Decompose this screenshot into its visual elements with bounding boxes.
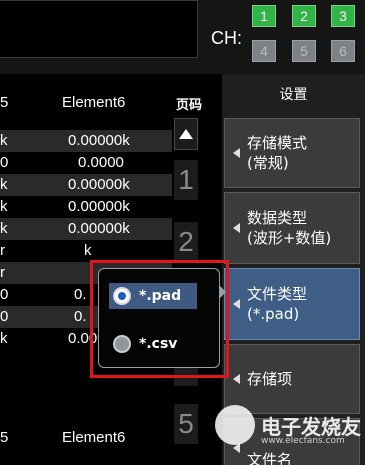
column-header-5: 5 xyxy=(0,94,9,111)
arrow-left-icon xyxy=(233,299,240,309)
page-1-button[interactable]: 1 xyxy=(174,160,198,200)
page-number-title: 页码 xyxy=(176,98,203,113)
storage-items-item[interactable]: 存储项 xyxy=(224,344,360,414)
page-2-button[interactable]: 2 xyxy=(174,222,198,262)
pad-option-label: *.pad xyxy=(139,288,182,304)
column-header-element6-repeat: Element6 xyxy=(62,429,126,446)
channel-3-button[interactable]: 3 xyxy=(331,5,355,27)
csv-option[interactable]: *.csv xyxy=(109,331,197,357)
radio-unchecked-icon[interactable] xyxy=(113,335,131,353)
data-type-item[interactable]: 数据类型 (波形+数值) xyxy=(224,192,360,264)
table-row: 0 0.0000 xyxy=(0,154,124,171)
arrow-left-icon xyxy=(233,148,240,158)
pad-option[interactable]: *.pad xyxy=(109,283,197,309)
page-5-button[interactable]: 5 xyxy=(174,404,198,444)
channel-6-button[interactable]: 6 xyxy=(331,40,355,62)
channel-label: CH: xyxy=(211,28,242,48)
arrow-left-icon xyxy=(233,374,240,384)
column-header-element6: Element6 xyxy=(62,94,126,111)
settings-title: 设置 xyxy=(279,87,308,103)
arrow-left-icon xyxy=(233,443,240,453)
storage-mode-item[interactable]: 存储模式 (常规) xyxy=(224,118,360,188)
triangle-up-icon xyxy=(179,129,193,139)
table-row: rk xyxy=(0,242,92,259)
top-bar: CH: 1 2 3 4 5 6 xyxy=(0,0,365,74)
radio-checked-icon[interactable] xyxy=(113,287,131,305)
channel-4-button[interactable]: 4 xyxy=(252,40,276,62)
table-row: k0.00000k xyxy=(0,130,172,152)
channel-5-button[interactable]: 5 xyxy=(292,40,316,62)
popup-pointer xyxy=(219,285,226,299)
table-row: k0.00000k xyxy=(0,174,172,196)
measurement-display xyxy=(0,0,198,58)
column-header-5-repeat: 5 xyxy=(0,429,9,446)
arrow-left-icon xyxy=(233,223,240,233)
csv-option-label: *.csv xyxy=(139,336,178,352)
table-row: k0.00000k xyxy=(0,218,172,240)
file-name-item[interactable]: 文件名 xyxy=(224,418,360,465)
channel-2-button[interactable]: 2 xyxy=(292,5,316,27)
channel-1-button[interactable]: 1 xyxy=(252,5,276,27)
table-row: k0.00000k xyxy=(0,198,130,215)
file-type-popup: *.pad *.csv xyxy=(98,268,226,368)
file-type-item[interactable]: 文件类型 (*.pad) xyxy=(224,268,360,340)
page-up-button[interactable] xyxy=(174,118,198,150)
settings-menu: 设置 存储模式 (常规) 数据类型 (波形+数值) 文件类型 (*.pad) 存储项 … xyxy=(222,74,365,465)
